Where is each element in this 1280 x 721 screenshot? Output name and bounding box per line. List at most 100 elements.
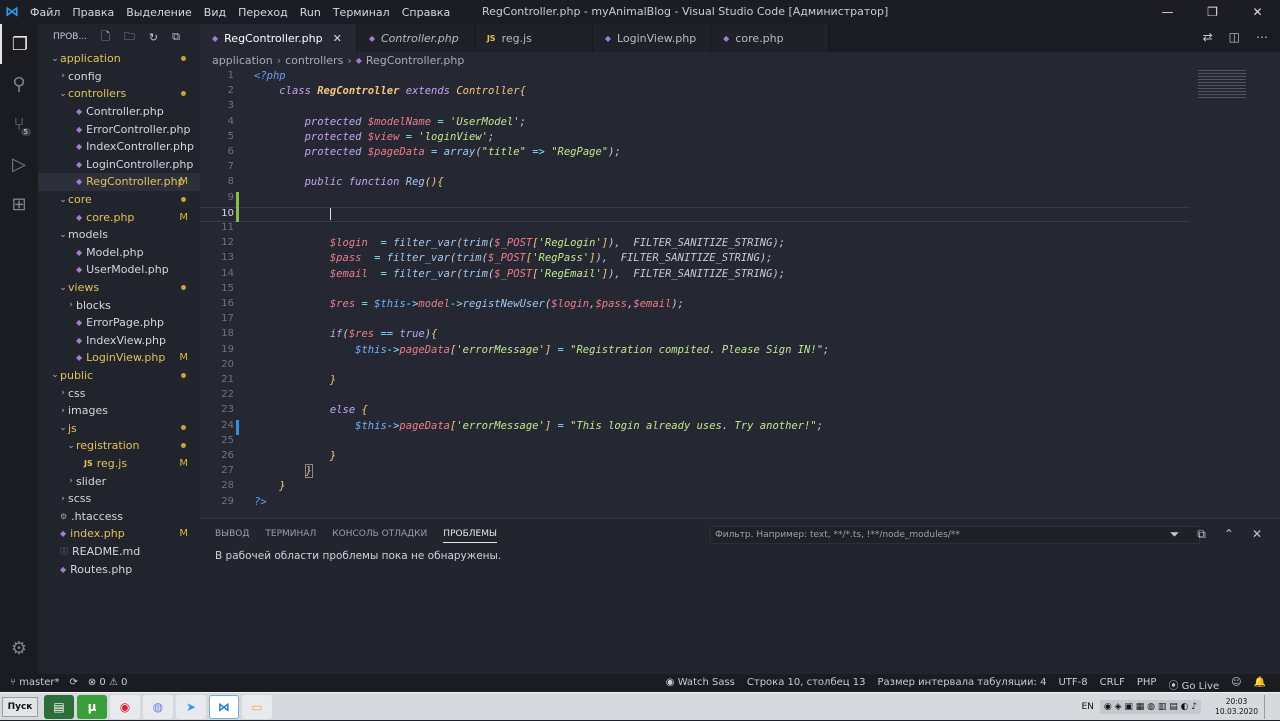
tree-folder[interactable]: ⌄ views [38, 279, 200, 297]
tree-folder[interactable]: ⌄ js [38, 419, 200, 437]
indentation[interactable]: Размер интервала табуляции: 4 [877, 677, 1046, 692]
tree-file[interactable]: ⓘ README.md [38, 543, 200, 561]
menu-item[interactable]: Правка [72, 6, 114, 19]
collapse-all-icon[interactable]: ⧉ [172, 30, 180, 44]
feedback-icon[interactable]: ☺ [1231, 677, 1241, 692]
menu-item[interactable]: Вид [204, 6, 226, 19]
close-tab-icon[interactable]: ✕ [333, 32, 342, 45]
show-desktop-button[interactable] [1264, 695, 1272, 719]
menu-item[interactable]: Файл [30, 6, 60, 19]
start-button[interactable]: Пуск [2, 697, 38, 717]
end-of-line[interactable]: CRLF [1100, 677, 1125, 692]
explorer-icon[interactable]: ❐ [0, 24, 38, 64]
new-file-icon[interactable]: 🗋 [101, 28, 110, 47]
utorrent-icon[interactable]: µ [77, 695, 107, 719]
tree-file[interactable]: ◆ LoginController.php [38, 156, 200, 174]
menu-item[interactable]: Справка [402, 6, 450, 19]
tree-folder[interactable]: ⌄ application [38, 50, 200, 68]
tree-file[interactable]: ◆ IndexController.php [38, 138, 200, 156]
tree-folder[interactable]: › css [38, 384, 200, 402]
menu-item[interactable]: Выделение [126, 6, 192, 19]
compare-icon[interactable]: ⇄ [1203, 30, 1213, 44]
tab-loginview-php[interactable]: ◆ LoginView.php [592, 24, 712, 52]
go-live-button[interactable]: ⦿ Go Live [1168, 677, 1219, 692]
tree-folder[interactable]: › images [38, 402, 200, 420]
language-indicator[interactable]: EN [1082, 702, 1094, 712]
tree-folder[interactable]: ⌄ core [38, 191, 200, 209]
tab-regcontroller-php[interactable]: ◆ RegController.php ✕ [200, 24, 357, 52]
tree-file[interactable]: ◆ UserModel.php [38, 261, 200, 279]
tree-file[interactable]: ◆ LoginView.php M [38, 349, 200, 367]
panel-tab[interactable]: ВЫВОД [215, 529, 249, 543]
tree-folder[interactable]: › blocks [38, 296, 200, 314]
tree-file[interactable]: ◆ index.php M [38, 525, 200, 543]
chrome-icon[interactable]: ◉ [110, 695, 140, 719]
tree-folder[interactable]: ⌄ registration [38, 437, 200, 455]
encoding[interactable]: UTF-8 [1058, 677, 1087, 692]
vscode-taskbar-icon[interactable]: ⋈ [209, 695, 239, 719]
tree-folder[interactable]: ⌄ public [38, 367, 200, 385]
maximize-panel-icon[interactable]: ⌃ [1224, 527, 1234, 542]
telegram-icon[interactable]: ➤ [176, 695, 206, 719]
tree-file[interactable]: ⚙ .htaccess [38, 507, 200, 525]
problems-count[interactable]: ⊗ 0 ⚠ 0 [88, 677, 128, 688]
tree-folder[interactable]: › config [38, 68, 200, 86]
close-panel-icon[interactable]: ✕ [1252, 527, 1262, 542]
cursor-position[interactable]: Строка 10, столбец 13 [747, 677, 866, 692]
notifications-icon[interactable]: 🔔 [1254, 677, 1266, 692]
tree-file[interactable]: JS reg.js M [38, 455, 200, 473]
filter-icon[interactable]: ⏷ [1170, 527, 1180, 542]
menu-item[interactable]: Переход [238, 6, 288, 19]
app-icon[interactable]: ▤ [44, 695, 74, 719]
tree-file[interactable]: ◆ Routes.php [38, 560, 200, 578]
close-window-button[interactable]: ✕ [1235, 0, 1280, 24]
menu-item[interactable]: Терминал [333, 6, 390, 19]
source-control-icon[interactable]: ⑂ 5 [0, 104, 38, 144]
clock[interactable]: 20:03 10.03.2020 [1215, 697, 1258, 717]
manage-gear-icon[interactable]: ⚙ [0, 628, 38, 668]
maximize-button[interactable]: ❐ [1190, 0, 1235, 24]
breadcrumb-item[interactable]: application [212, 54, 273, 67]
tree-folder[interactable]: › scss [38, 490, 200, 508]
problems-filter-input[interactable]: Фильтр. Например: text, **/*.ts, !**/nod… [710, 526, 1200, 544]
tab-core-php[interactable]: ◆ core.php [711, 24, 830, 52]
collapse-panel-icon[interactable]: ⧉ [1197, 527, 1206, 542]
file-explorer-icon[interactable]: ▭ [242, 695, 272, 719]
minimap[interactable] [1190, 68, 1280, 518]
split-editor-icon[interactable]: ◫ [1229, 30, 1240, 44]
tree-file[interactable]: ◆ IndexView.php [38, 332, 200, 350]
code-editor[interactable]: 1 <?php 2 class RegController extends Cont… [200, 68, 1190, 518]
code-line: 12 $login = filter_var(trim($_POST['RegL… [200, 237, 1190, 252]
tree-folder[interactable]: › slider [38, 472, 200, 490]
discord-icon[interactable]: ◍ [143, 695, 173, 719]
tray-icons[interactable]: ◉ ◈ ▣ ▦ ◍ ▥ ▤ ◐ ♪ [1099, 700, 1202, 714]
extensions-icon[interactable]: ⊞ [0, 184, 38, 224]
git-branch[interactable]: ⑂ master* [10, 677, 59, 688]
tree-file[interactable]: ◆ core.php M [38, 208, 200, 226]
panel-tab[interactable]: ТЕРМИНАЛ [265, 529, 316, 543]
sync-icon[interactable]: ⟳ [69, 677, 77, 688]
breadcrumb-item[interactable]: controllers [285, 54, 343, 67]
panel-tab[interactable]: ПРОБЛЕМЫ [443, 529, 497, 543]
run-debug-icon[interactable]: ▷ [0, 144, 38, 184]
tree-file[interactable]: ◆ Model.php [38, 244, 200, 262]
more-actions-icon[interactable]: ⋯ [1256, 30, 1268, 44]
tree-file[interactable]: ◆ ErrorController.php [38, 120, 200, 138]
refresh-icon[interactable]: ↻ [149, 31, 158, 44]
new-folder-icon[interactable]: 🗀 [124, 28, 135, 47]
breadcrumb-item[interactable]: RegController.php [366, 54, 464, 67]
language-mode[interactable]: PHP [1137, 677, 1157, 692]
vscode-logo-icon[interactable]: ⋈ [0, 0, 24, 24]
tree-folder[interactable]: ⌄ controllers [38, 85, 200, 103]
minimize-button[interactable]: — [1145, 0, 1190, 24]
tree-file[interactable]: ◆ ErrorPage.php [38, 314, 200, 332]
tab-reg-js[interactable]: JS reg.js [474, 24, 593, 52]
panel-tab[interactable]: КОНСОЛЬ ОТЛАДКИ [332, 529, 427, 543]
menu-item[interactable]: Run [300, 6, 321, 19]
tree-folder[interactable]: ⌄ models [38, 226, 200, 244]
watch-sass-button[interactable]: ◉ Watch Sass [666, 677, 735, 692]
tree-file[interactable]: ◆ Controller.php [38, 103, 200, 121]
tab-controller-php[interactable]: ◆ Controller.php [356, 24, 475, 52]
tree-file[interactable]: ◆ RegController.php M [38, 173, 200, 191]
search-icon[interactable]: ⚲ [0, 64, 38, 104]
